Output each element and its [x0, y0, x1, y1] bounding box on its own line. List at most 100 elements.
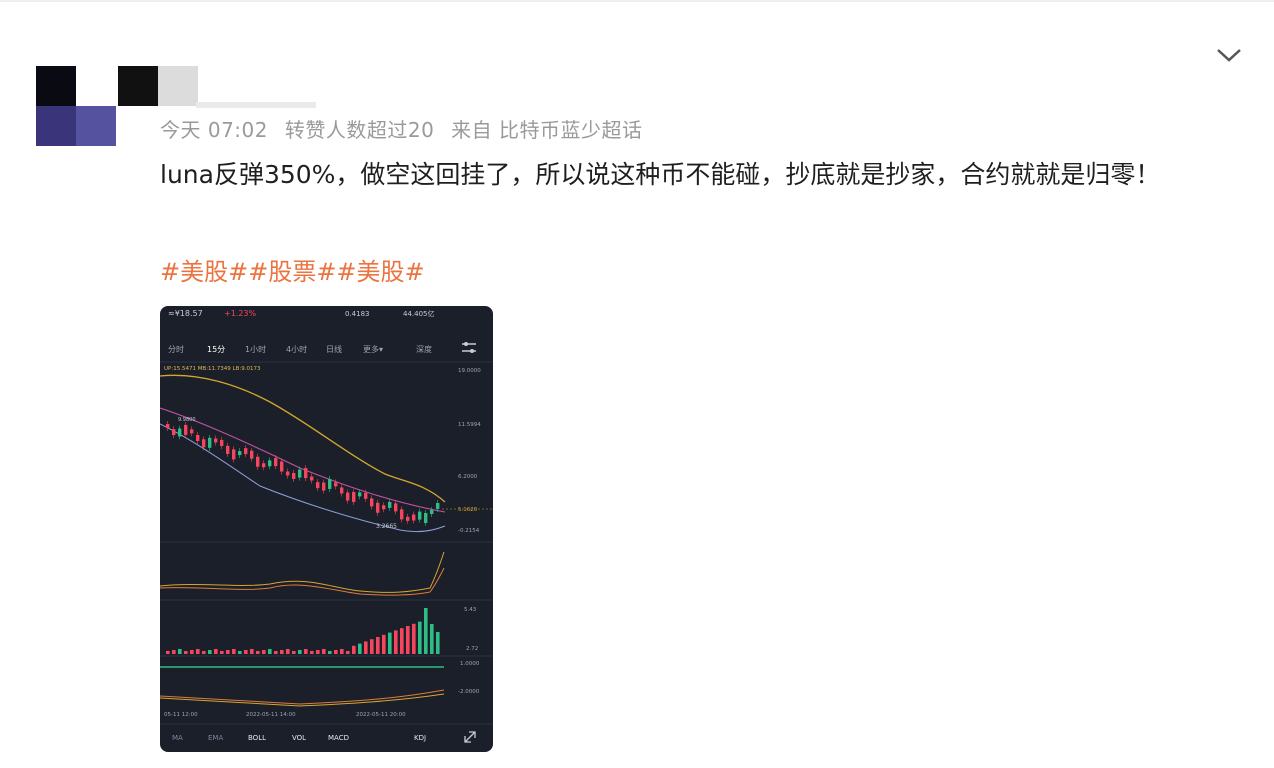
volume-bar — [358, 643, 362, 654]
volume-bar — [352, 645, 356, 654]
chart-tab[interactable]: 日线 — [326, 344, 342, 354]
candle-body — [268, 460, 272, 467]
volume-bar — [418, 621, 422, 654]
price-axis-label: -0.2154 — [458, 528, 480, 534]
indicator-tab[interactable]: VOL — [292, 734, 306, 742]
candle-body — [178, 428, 182, 437]
chart-tab[interactable]: 更多▾ — [363, 344, 383, 354]
time-axis-1: 05-11 12:00 — [164, 712, 198, 718]
indicator-tabs: MA EMA BOLL VOL MACD KDJ — [172, 734, 426, 742]
volume-bar — [406, 626, 410, 654]
chart-screenshot-image[interactable]: ≈¥18.57 +1.23% 0.4183 44.405亿 分时 15分 1小时 4小… — [160, 306, 493, 752]
volume-bar — [310, 651, 314, 654]
volume-bar — [316, 650, 320, 654]
volume-bar — [394, 630, 398, 654]
candle-body — [424, 513, 428, 523]
time-axis-3: 2022-05-11 20:00 — [356, 712, 406, 718]
volume-bar — [214, 649, 218, 654]
weibo-post-card: 今天 07:02 转赞人数超过20 来自 比特币蓝少超话 luna反弹350%，… — [0, 0, 1274, 768]
candle-body — [310, 476, 314, 481]
chart-vol: 0.4183 — [345, 310, 370, 318]
indicator-tab[interactable]: KDJ — [414, 734, 426, 742]
chart-tab[interactable]: 15分 — [207, 345, 225, 354]
post-text: luna反弹350%，做空这回挂了，所以说这种币不能碰，抄底就是抄家，合约就就是… — [160, 160, 1161, 189]
vol-axis-top: 5.43 — [464, 607, 477, 613]
volume-bar — [202, 651, 206, 654]
candle-body — [286, 471, 290, 476]
chart-price: ≈¥18.57 — [168, 309, 203, 318]
volume-bar — [286, 649, 290, 654]
volume-bar — [430, 624, 434, 654]
volume-bar — [364, 641, 368, 654]
volume-bar — [424, 608, 428, 654]
indicator-tab[interactable]: EMA — [208, 734, 223, 742]
candle-body — [196, 434, 200, 441]
price-axis-label: 11.5994 — [458, 422, 481, 428]
candle-body — [304, 468, 308, 479]
candle-body — [226, 445, 230, 454]
volume-bar — [232, 649, 236, 654]
candle-body — [190, 429, 194, 434]
username-redacted[interactable] — [118, 66, 198, 106]
candle-body — [202, 439, 206, 448]
candle-body — [430, 510, 434, 514]
post-source[interactable]: 来自 比特币蓝少超话 — [451, 118, 642, 142]
boll-middle-line — [160, 407, 446, 513]
high-label: 9.9800 — [178, 417, 196, 423]
indicator-tab[interactable]: BOLL — [248, 734, 266, 742]
volume-bar — [262, 650, 266, 654]
volume-bar — [196, 649, 200, 654]
sliders-icon[interactable] — [462, 342, 476, 353]
candle-body — [220, 439, 224, 446]
candle-body — [334, 482, 338, 487]
chart-change: +1.23% — [224, 309, 257, 318]
volume-bar — [400, 628, 404, 654]
candle-body — [214, 438, 218, 443]
chart-tab[interactable]: 深度 — [416, 344, 432, 354]
volume-bar — [178, 649, 182, 654]
volume-bar — [436, 632, 440, 654]
volume-bar — [250, 649, 254, 654]
chart-tab[interactable]: 1小时 — [245, 344, 266, 354]
avatar[interactable] — [36, 66, 116, 146]
candle-body — [262, 463, 266, 468]
repost-count: 转赞人数超过20 — [284, 118, 435, 142]
volume-bar — [166, 651, 170, 654]
volume-bar — [304, 649, 308, 654]
time-axis-2: 2022-05-11 14:00 — [246, 712, 296, 718]
volume-bar — [328, 651, 332, 654]
volume-bars — [166, 608, 440, 654]
chevron-down-icon[interactable] — [1214, 40, 1244, 70]
macd-axis-bottom: -2.0000 — [458, 689, 480, 695]
volume-bar — [370, 639, 374, 654]
candle-body — [274, 458, 278, 467]
chart-tab[interactable]: 4小时 — [286, 344, 307, 354]
candle-body — [250, 450, 254, 459]
boll-legend: UP:15.5471 MB:11.7349 LB:9.0173 — [164, 366, 261, 372]
candle-body — [238, 451, 242, 456]
candle-body — [382, 505, 386, 510]
candle-body — [400, 509, 404, 520]
price-axis-label: 5.1620 — [458, 507, 478, 513]
candle-body — [166, 424, 170, 428]
volume-bar — [244, 650, 248, 654]
candle-body — [244, 448, 248, 455]
candle-body — [340, 487, 344, 494]
boll-upper-line — [160, 374, 446, 503]
volume-bar — [376, 637, 380, 654]
candle-body — [346, 492, 350, 501]
indicator-tab[interactable]: MACD — [328, 734, 349, 742]
candle-body — [322, 482, 326, 491]
post-meta: 今天 07:02 转赞人数超过20 来自 比特币蓝少超话 — [160, 114, 653, 143]
candle-body — [208, 437, 212, 448]
candle-body — [184, 424, 188, 435]
indicator-tab[interactable]: MA — [172, 734, 183, 742]
volume-bar — [184, 651, 188, 654]
chart-tab[interactable]: 分时 — [168, 344, 184, 354]
post-time[interactable]: 今天 07:02 — [160, 118, 268, 142]
volume-bar — [274, 651, 278, 654]
post-hashtags[interactable]: #美股##股票##美股# — [160, 252, 425, 287]
expand-icon[interactable] — [464, 731, 476, 743]
volume-bar — [412, 623, 416, 654]
candle-body — [418, 511, 422, 520]
